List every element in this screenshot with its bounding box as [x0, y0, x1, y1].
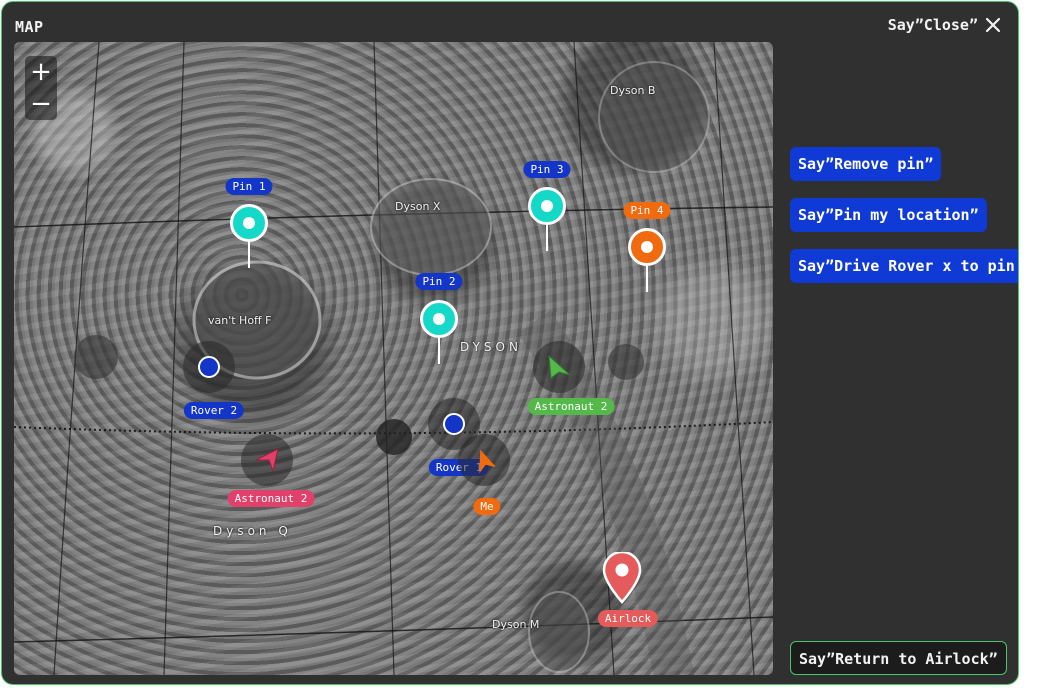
- pin-label: Pin 1: [225, 178, 273, 195]
- pin-marker-icon: [628, 228, 666, 266]
- airlock-marker-icon[interactable]: [602, 552, 642, 604]
- astronaut-arrow-icon[interactable]: [545, 353, 573, 381]
- astronaut-label: Astronaut 2: [527, 398, 615, 415]
- region-label: Dyson X: [395, 200, 441, 213]
- region-label: Dyson Q: [213, 524, 292, 538]
- close-label: Say”Close”: [887, 16, 978, 34]
- map-pin[interactable]: [230, 204, 268, 268]
- pin-marker-icon: [528, 187, 566, 225]
- lunar-map[interactable]: + − Dyson B Dyson X van't Hoff F DYSON D…: [14, 42, 773, 675]
- region-label: Dyson M: [492, 618, 540, 631]
- rover-icon[interactable]: [198, 356, 220, 378]
- remove-pin-command[interactable]: Say”Remove pin”: [790, 147, 942, 181]
- map-grid: [14, 42, 773, 675]
- rover-icon[interactable]: [443, 413, 465, 435]
- pin-marker-icon: [420, 300, 458, 338]
- map-pin[interactable]: [420, 300, 458, 364]
- zoom-in-button[interactable]: +: [25, 56, 57, 88]
- me-label: Me: [473, 498, 501, 515]
- close-icon: [985, 17, 1001, 33]
- map-pin[interactable]: [528, 187, 566, 251]
- astronaut-arrow-icon[interactable]: [253, 446, 281, 474]
- close-button[interactable]: Say”Close”: [888, 16, 1002, 34]
- pin-label: Pin 2: [415, 273, 463, 290]
- region-label: DYSON: [460, 340, 522, 354]
- airlock-label: Airlock: [597, 610, 659, 627]
- drive-rover-command[interactable]: Say”Drive Rover x to pin x”: [790, 249, 1018, 283]
- region-label: van't Hoff F: [208, 314, 272, 327]
- rover-label: Rover 2: [183, 402, 245, 419]
- map-pin[interactable]: [628, 228, 666, 292]
- map-panel: MAP Say”Close” + − Dyson B Dyson X van't…: [1, 1, 1019, 685]
- zoom-controls: + −: [25, 56, 57, 120]
- pin-label: Pin 3: [523, 161, 571, 178]
- astronaut-label: Astronaut 2: [227, 490, 315, 507]
- panel-title: MAP: [15, 18, 44, 36]
- zoom-out-button[interactable]: −: [25, 88, 57, 120]
- return-airlock-command[interactable]: Say”Return to Airlock”: [790, 641, 1007, 675]
- pin-label: Pin 4: [623, 202, 671, 219]
- pin-marker-icon: [230, 204, 268, 242]
- my-location-arrow-icon[interactable]: [473, 447, 495, 473]
- pin-location-command[interactable]: Say”Pin my location”: [790, 198, 987, 232]
- region-label: Dyson B: [610, 84, 656, 97]
